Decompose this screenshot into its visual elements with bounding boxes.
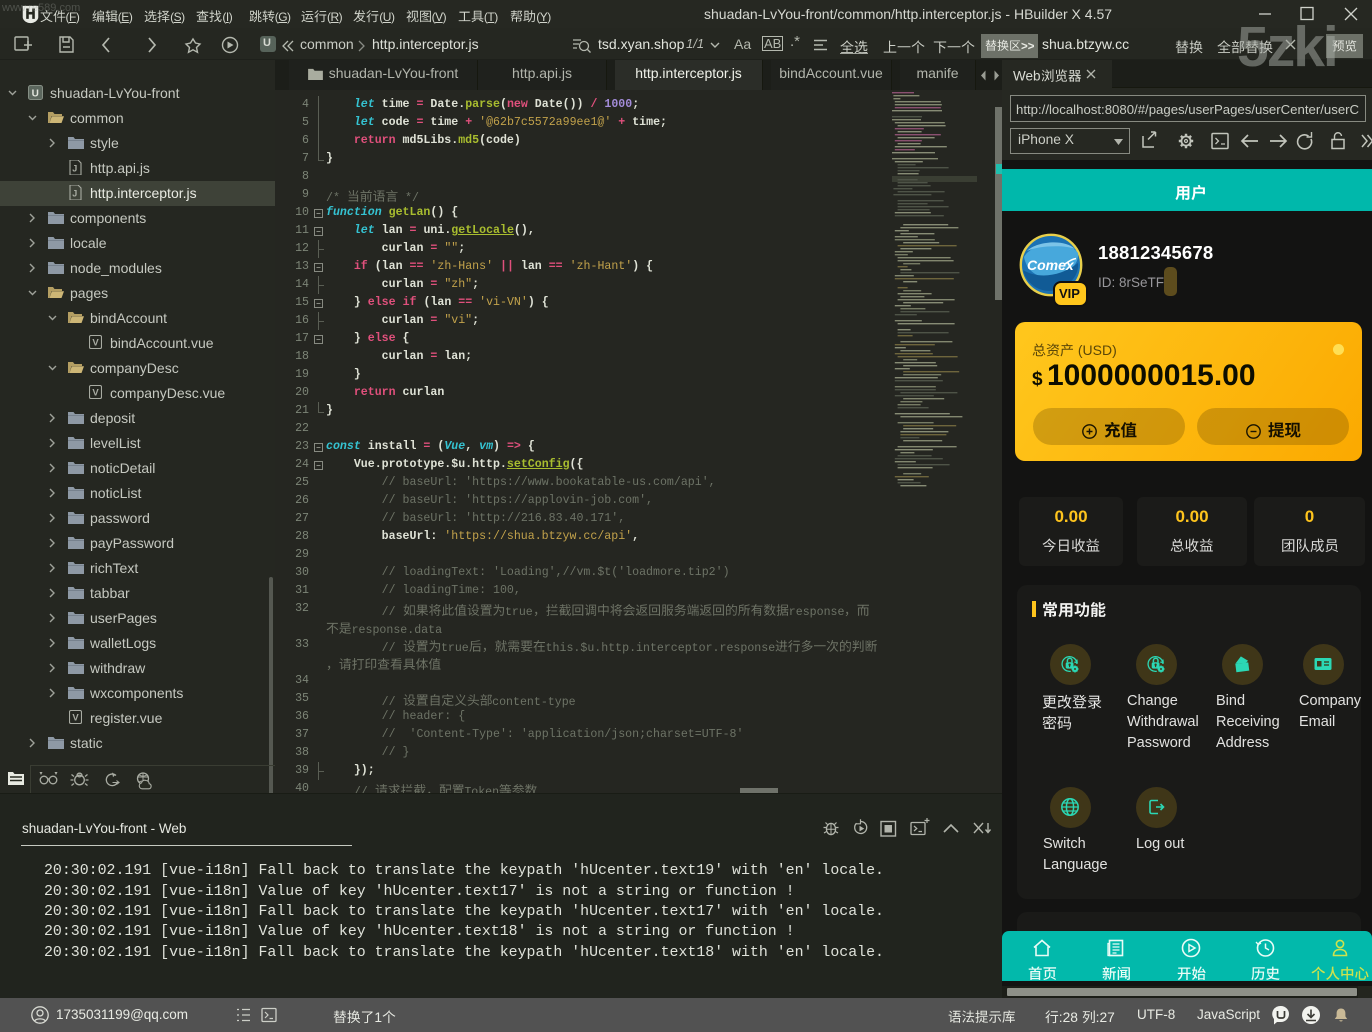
svg-text:J: J: [72, 164, 77, 174]
svg-text:V: V: [92, 388, 99, 399]
svg-text:V: V: [72, 713, 79, 724]
svg-text:U: U: [32, 89, 39, 100]
svg-text:J: J: [72, 189, 77, 199]
svg-text:Comex: Comex: [1027, 257, 1075, 273]
svg-text:V: V: [92, 338, 99, 349]
